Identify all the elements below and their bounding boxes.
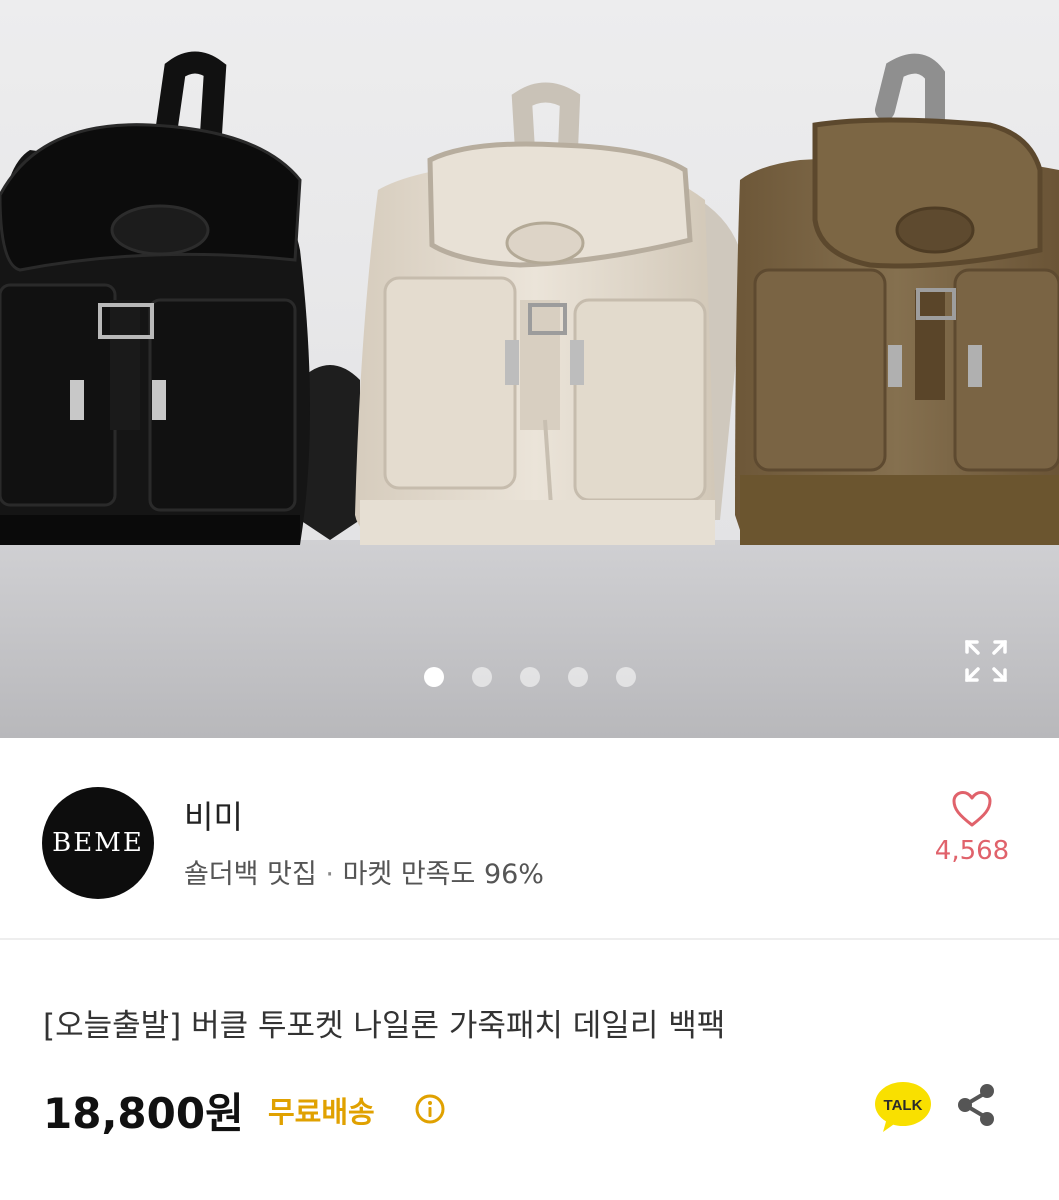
separator: · xyxy=(325,859,334,890)
share-icon[interactable] xyxy=(955,1082,997,1128)
seller-description: 숄더백 맛집 · 마켓 만족도 96% xyxy=(184,852,544,891)
product-price: 18,800원 xyxy=(43,1089,244,1138)
gallery-pagination xyxy=(424,667,636,687)
expand-icon[interactable] xyxy=(963,638,1009,684)
seller-section[interactable] xyxy=(0,738,1059,938)
pagination-dot-3[interactable] xyxy=(520,667,540,687)
heart-icon[interactable] xyxy=(951,790,993,828)
product-title: [오늘출발] 버클 투포켓 나일론 가죽패치 데일리 백팩 xyxy=(43,1008,726,1044)
section-divider xyxy=(0,938,1059,940)
talk-button[interactable]: TALK xyxy=(873,1080,933,1136)
pagination-dot-4[interactable] xyxy=(568,667,588,687)
seller-logo[interactable]: BEME xyxy=(42,787,154,899)
pagination-dot-1[interactable] xyxy=(424,667,444,687)
product-image-gallery[interactable] xyxy=(0,0,1059,738)
like-count: 4,568 xyxy=(934,836,1010,866)
seller-logo-text: BEME xyxy=(52,828,144,858)
info-icon[interactable] xyxy=(414,1093,446,1125)
seller-tag: 숄더백 맛집 xyxy=(184,859,317,890)
product-photo[interactable] xyxy=(0,0,1059,738)
talk-label: TALK xyxy=(884,1097,923,1114)
talk-icon[interactable]: TALK xyxy=(873,1080,933,1136)
pagination-dot-5[interactable] xyxy=(616,667,636,687)
seller-name[interactable]: 비미 xyxy=(184,792,243,838)
market-satisfaction: 마켓 만족도 96% xyxy=(342,859,544,890)
free-shipping-label: 무료배송 xyxy=(268,1095,375,1129)
pagination-dot-2[interactable] xyxy=(472,667,492,687)
like-button[interactable]: 4,568 xyxy=(925,790,1019,866)
